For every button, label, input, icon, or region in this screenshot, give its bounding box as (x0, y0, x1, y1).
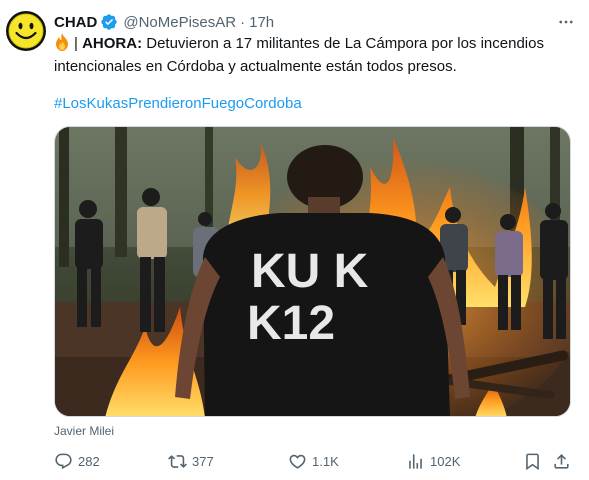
bookmark-button[interactable] (523, 450, 547, 472)
repost-count: 377 (192, 453, 214, 469)
heart-icon (289, 454, 306, 469)
author-handle[interactable]: @NoMePisesAR (123, 14, 236, 31)
smiley-face-icon (8, 13, 44, 49)
tweet-image[interactable]: KU K K12 (54, 126, 571, 417)
tweet-label: AHORA: (82, 35, 143, 52)
avatar[interactable] (6, 11, 46, 51)
separator-dot: · (240, 13, 246, 31)
bookmark-icon (526, 453, 539, 470)
reply-icon (55, 453, 72, 469)
tweet-header: CHAD @NoMePisesAR · 17h (54, 12, 569, 32)
tweet-text: | AHORA: Detuvieron a 17 militantes de L… (54, 33, 574, 77)
shirt-text-line1: KU K (251, 245, 369, 298)
hashtag-link[interactable]: #LosKukasPrendieronFuegoCordoba (54, 94, 302, 114)
shirt-text-line2: K12 (247, 297, 335, 350)
like-count: 1.1K (312, 453, 339, 469)
views-icon (409, 453, 422, 469)
verified-badge-icon (100, 13, 118, 31)
views-count: 102K (430, 453, 461, 469)
author-name[interactable]: CHAD (54, 14, 97, 31)
media-caption: Javier Milei (54, 424, 115, 438)
repost-button[interactable]: 377 (168, 450, 214, 472)
share-button[interactable] (552, 450, 576, 472)
tweet-separator: | (74, 35, 78, 52)
like-button[interactable]: 1.1K (288, 450, 339, 472)
action-bar: 282 377 1.1K 102K (54, 450, 574, 472)
reply-button[interactable]: 282 (54, 450, 100, 472)
post-time[interactable]: 17h (249, 14, 274, 31)
reply-count: 282 (78, 453, 100, 469)
fire-icon (54, 33, 70, 57)
repost-icon (168, 454, 187, 468)
share-icon (554, 453, 569, 469)
views-button[interactable]: 102K (406, 450, 460, 472)
more-options-icon[interactable] (557, 13, 575, 31)
